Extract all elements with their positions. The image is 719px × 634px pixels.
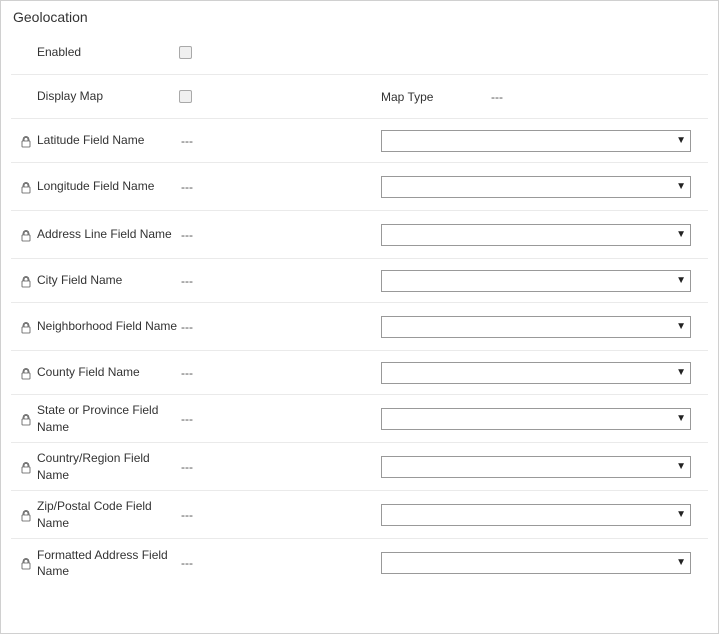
lock-icon xyxy=(21,182,31,194)
zip-select[interactable]: ▼ xyxy=(381,504,691,526)
formatted-address-value: --- xyxy=(181,556,221,570)
county-select[interactable]: ▼ xyxy=(381,362,691,384)
lock-icon xyxy=(21,462,31,474)
map-type-label: Map Type xyxy=(381,90,491,104)
display-map-label: Display Map xyxy=(31,88,181,104)
row-state: State or Province Field Name --- ▼ xyxy=(11,395,708,443)
chevron-down-icon: ▼ xyxy=(676,322,686,332)
lock-icon xyxy=(21,230,31,242)
state-select[interactable]: ▼ xyxy=(381,408,691,430)
lock-icon xyxy=(21,136,31,148)
latitude-select[interactable]: ▼ xyxy=(381,130,691,152)
lock-icon xyxy=(21,414,31,426)
county-label: County Field Name xyxy=(31,364,181,380)
lock-icon xyxy=(21,322,31,334)
lock-icon xyxy=(21,276,31,288)
longitude-value: --- xyxy=(181,180,221,194)
lock-icon xyxy=(21,558,31,570)
geolocation-panel: Geolocation Enabled Display Map Map Type… xyxy=(0,0,719,634)
row-address-line: Address Line Field Name --- ▼ xyxy=(11,211,708,259)
city-value: --- xyxy=(181,274,221,288)
chevron-down-icon: ▼ xyxy=(676,368,686,378)
row-formatted-address: Formatted Address Field Name --- ▼ xyxy=(11,539,708,587)
enabled-checkbox[interactable] xyxy=(179,46,192,59)
address-line-select[interactable]: ▼ xyxy=(381,224,691,246)
county-value: --- xyxy=(181,366,221,380)
latitude-label: Latitude Field Name xyxy=(31,132,181,148)
panel-title: Geolocation xyxy=(13,9,708,25)
row-longitude: Longitude Field Name --- ▼ xyxy=(11,163,708,211)
chevron-down-icon: ▼ xyxy=(676,462,686,472)
row-zip: Zip/Postal Code Field Name --- ▼ xyxy=(11,491,708,539)
enabled-label: Enabled xyxy=(31,44,181,60)
longitude-label: Longitude Field Name xyxy=(31,178,181,194)
neighborhood-label: Neighborhood Field Name xyxy=(31,318,181,334)
row-country: Country/Region Field Name --- ▼ xyxy=(11,443,708,491)
row-county: County Field Name --- ▼ xyxy=(11,351,708,395)
zip-value: --- xyxy=(181,508,221,522)
row-latitude: Latitude Field Name --- ▼ xyxy=(11,119,708,163)
row-enabled: Enabled xyxy=(11,31,708,75)
country-label: Country/Region Field Name xyxy=(31,450,181,482)
neighborhood-select[interactable]: ▼ xyxy=(381,316,691,338)
longitude-select[interactable]: ▼ xyxy=(381,176,691,198)
chevron-down-icon: ▼ xyxy=(676,510,686,520)
chevron-down-icon: ▼ xyxy=(676,230,686,240)
chevron-down-icon: ▼ xyxy=(676,182,686,192)
chevron-down-icon: ▼ xyxy=(676,136,686,146)
chevron-down-icon: ▼ xyxy=(676,558,686,568)
city-label: City Field Name xyxy=(31,272,181,288)
country-select[interactable]: ▼ xyxy=(381,456,691,478)
row-neighborhood: Neighborhood Field Name --- ▼ xyxy=(11,303,708,351)
lock-icon xyxy=(21,510,31,522)
latitude-value: --- xyxy=(181,134,221,148)
map-type-value: --- xyxy=(491,90,531,104)
formatted-address-select[interactable]: ▼ xyxy=(381,552,691,574)
formatted-address-label: Formatted Address Field Name xyxy=(31,547,181,579)
lock-icon xyxy=(21,368,31,380)
row-city: City Field Name --- ▼ xyxy=(11,259,708,303)
neighborhood-value: --- xyxy=(181,320,221,334)
city-select[interactable]: ▼ xyxy=(381,270,691,292)
chevron-down-icon: ▼ xyxy=(676,414,686,424)
display-map-checkbox[interactable] xyxy=(179,90,192,103)
state-label: State or Province Field Name xyxy=(31,402,181,434)
chevron-down-icon: ▼ xyxy=(676,276,686,286)
address-line-value: --- xyxy=(181,228,221,242)
address-line-label: Address Line Field Name xyxy=(31,226,181,242)
zip-label: Zip/Postal Code Field Name xyxy=(31,498,181,530)
country-value: --- xyxy=(181,460,221,474)
state-value: --- xyxy=(181,412,221,426)
row-display-map: Display Map Map Type --- xyxy=(11,75,708,119)
